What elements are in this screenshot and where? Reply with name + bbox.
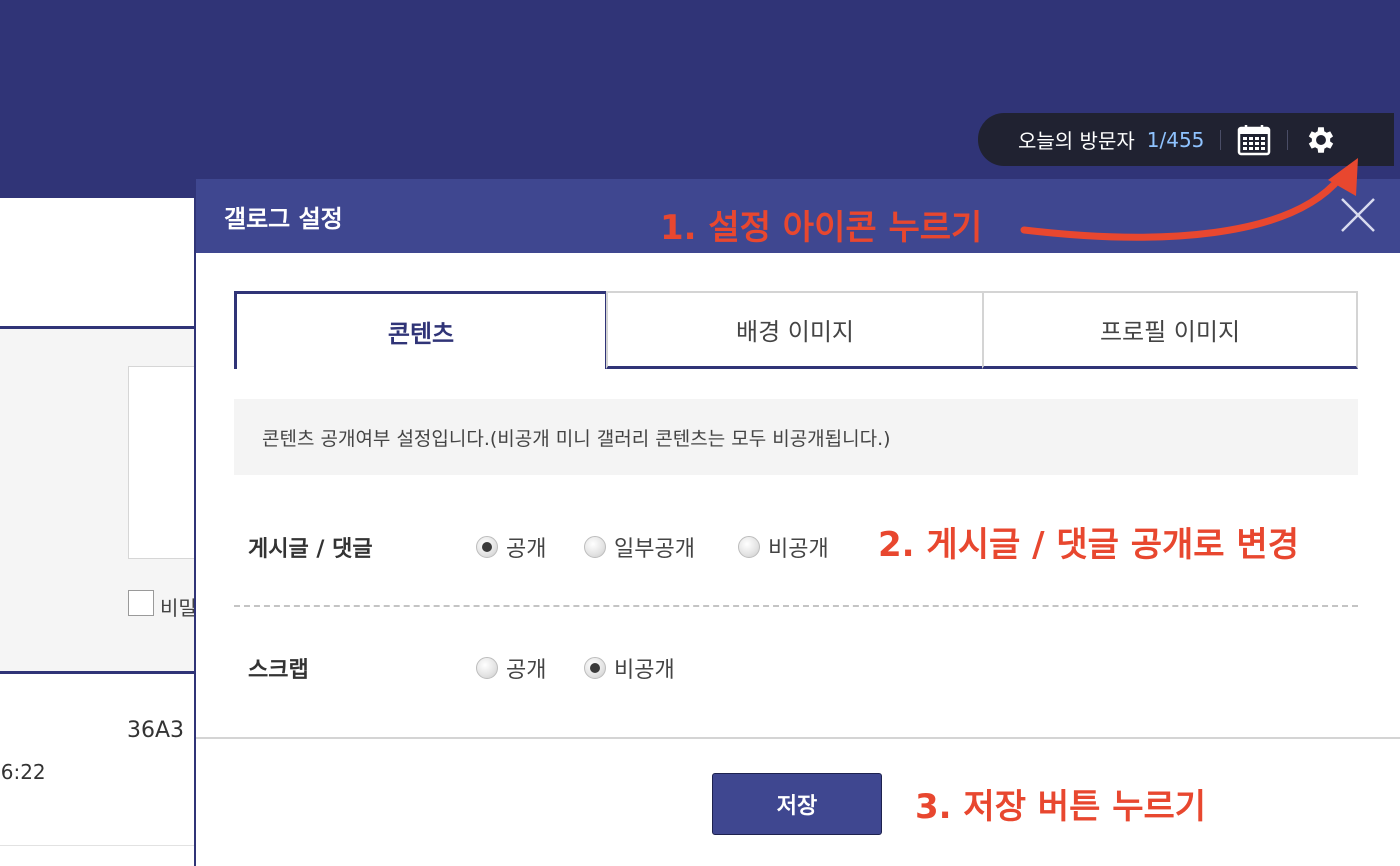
gear-icon[interactable] (1304, 123, 1338, 157)
timestamp: 06:22 (0, 760, 46, 784)
comment-textarea[interactable] (128, 366, 198, 559)
visitor-bar: 오늘의 방문자 1/455 (978, 113, 1394, 166)
divider (234, 605, 1358, 607)
annotation-step1: 1. 설정 아이콘 누르기 (660, 208, 983, 248)
divider (1287, 129, 1289, 150)
scrap-public-radio[interactable]: 공개 (476, 652, 546, 684)
divider (0, 845, 196, 846)
modal-title: 갤로그 설정 (224, 205, 343, 233)
tab-background-image[interactable]: 배경 이미지 (606, 291, 984, 369)
info-box: 콘텐츠 공개여부 설정입니다.(비공개 미니 갤러리 콘텐츠는 모두 비공개됩니… (234, 399, 1358, 475)
radio-button[interactable] (738, 536, 760, 558)
annotation-step2: 2. 게시글 / 댓글 공개로 변경 (878, 525, 1299, 565)
radio-button[interactable] (476, 536, 498, 558)
posts-partial-radio[interactable]: 일부공개 (584, 531, 695, 563)
tab-content[interactable]: 콘텐츠 (234, 291, 608, 369)
divider (0, 671, 196, 674)
radio-button[interactable] (584, 536, 606, 558)
tab-profile-image[interactable]: 프로필 이미지 (982, 291, 1358, 369)
radio-label: 비공개 (768, 537, 829, 562)
top-banner (0, 0, 1400, 198)
divider (196, 737, 1400, 739)
calendar-icon[interactable] (1237, 124, 1271, 156)
annotation-step3: 3. 저장 버튼 누르기 (915, 787, 1207, 827)
radio-label: 일부공개 (614, 537, 695, 562)
settings-tabs: 콘텐츠 배경 이미지 프로필 이미지 (234, 291, 1358, 369)
captcha-code: 36A3 (127, 718, 185, 743)
radio-label: 공개 (506, 537, 547, 562)
posts-private-radio[interactable]: 비공개 (738, 531, 829, 563)
visitor-count: 1/455 (1146, 127, 1205, 152)
radio-button[interactable] (584, 657, 606, 679)
divider (1220, 129, 1222, 150)
visitor-label: 오늘의 방문자 (1018, 129, 1135, 153)
secret-checkbox[interactable] (128, 590, 154, 616)
posts-public-radio[interactable]: 공개 (476, 531, 546, 563)
secret-checkbox-label: 비밀 (160, 596, 196, 620)
close-icon[interactable] (1338, 195, 1378, 235)
scrap-private-radio[interactable]: 비공개 (584, 652, 675, 684)
info-text: 콘텐츠 공개여부 설정입니다.(비공개 미니 갤러리 콘텐츠는 모두 비공개됩니… (262, 427, 891, 450)
posts-comments-label: 게시글 / 댓글 (248, 537, 373, 562)
radio-button[interactable] (476, 657, 498, 679)
save-button[interactable]: 저장 (712, 773, 882, 835)
scrap-label: 스크랩 (248, 658, 309, 683)
radio-label: 비공개 (614, 658, 675, 683)
radio-label: 공개 (506, 658, 547, 683)
